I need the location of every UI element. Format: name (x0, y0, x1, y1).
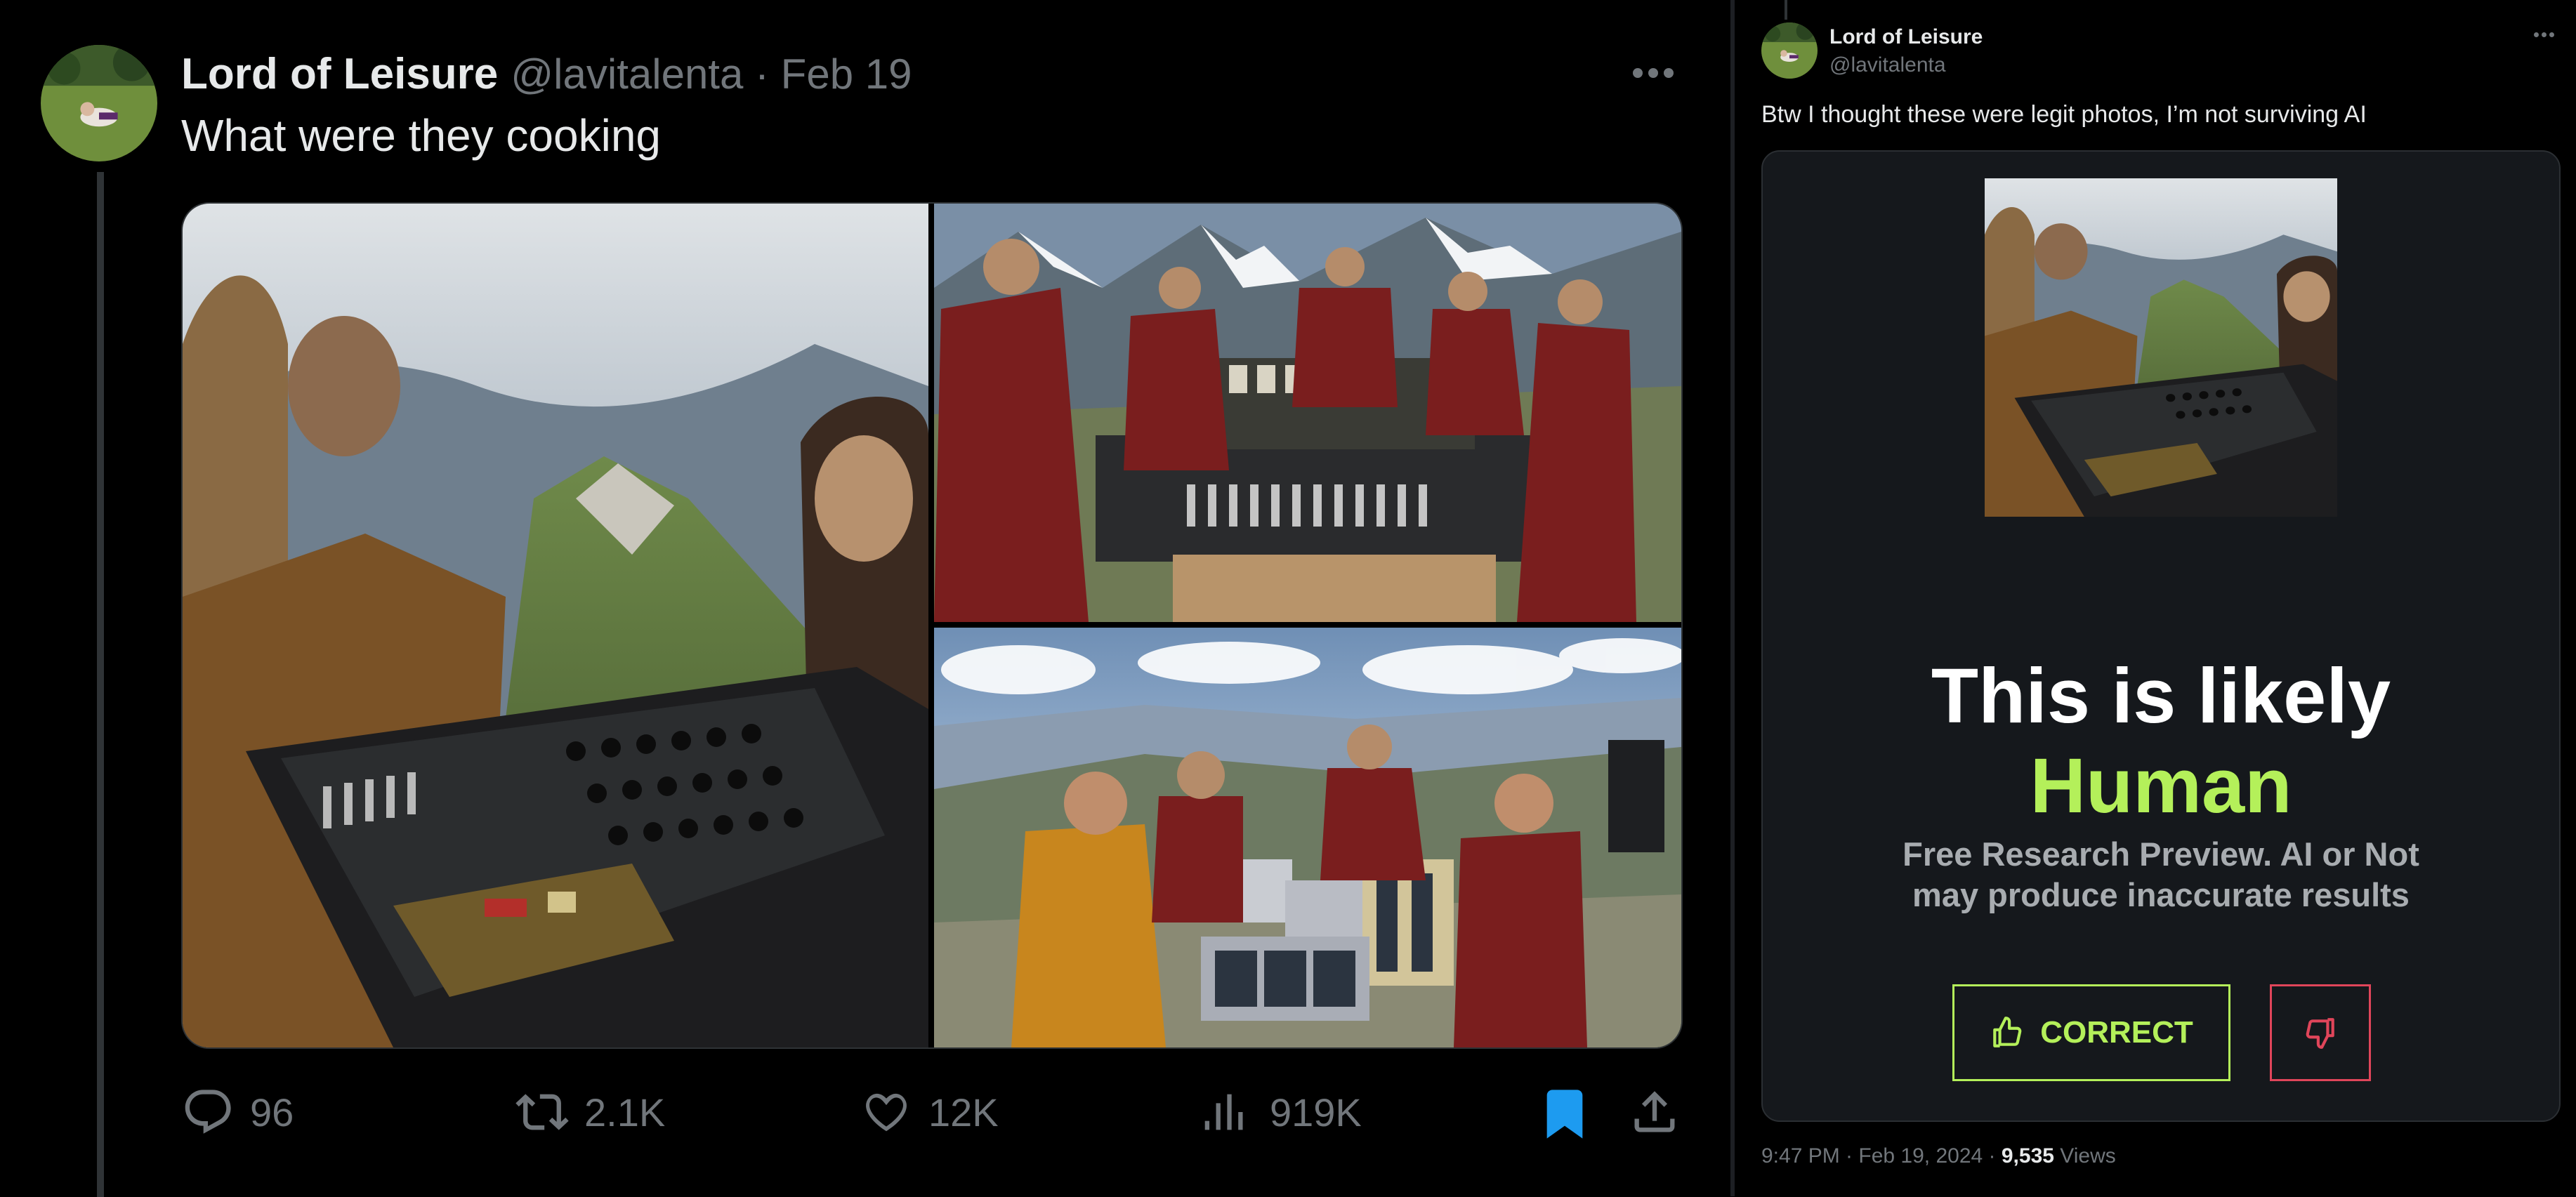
photo-1[interactable] (183, 204, 928, 1047)
more-icon[interactable] (2534, 32, 2554, 37)
tweet-header: Lord of Leisure @lavitalenta · Feb 19 (181, 46, 912, 101)
photo-2[interactable] (934, 204, 1681, 622)
views-count: 9,535 (2001, 1144, 2054, 1168)
disclaimer-line-2: may produce inaccurate results (1912, 876, 2410, 913)
tweet-timestamp: 9:47 PM · Feb 19, 2024 · 9,535 Views (1761, 1144, 2116, 1168)
quote-avatar[interactable] (1761, 22, 1818, 79)
quote-author-name[interactable]: Lord of Leisure (1829, 25, 1983, 49)
disclaimer-line-1: Free Research Preview. AI or Not (1903, 835, 2419, 873)
thumbs-up-icon (1993, 1017, 2022, 1047)
analyzed-image[interactable] (1985, 178, 2337, 517)
author-name[interactable]: Lord of Leisure (181, 49, 498, 99)
ai-detector-card: This is likely Human Free Research Previ… (1761, 150, 2561, 1122)
tweet-text: What were they cooking (181, 110, 661, 161)
thumbs-down-icon (2306, 1018, 2334, 1049)
share-button[interactable] (1628, 1083, 1681, 1142)
avatar[interactable] (41, 45, 157, 161)
reply-button[interactable]: 96 (181, 1083, 294, 1142)
like-button[interactable]: 12K (860, 1083, 999, 1142)
avatar-image (1761, 22, 1818, 79)
share-icon (1634, 1091, 1675, 1132)
views-count: 919K (1270, 1090, 1362, 1135)
author-handle-date[interactable]: @lavitalenta · Feb 19 (511, 50, 912, 98)
views-button[interactable]: 919K (1201, 1083, 1362, 1142)
main-tweet: Lord of Leisure @lavitalenta · Feb 19 Wh… (0, 0, 1730, 1197)
retweet-button[interactable]: 2.1K (515, 1083, 665, 1142)
quote-text: Btw I thought these were legit photos, I… (1761, 101, 2367, 128)
photo-3[interactable] (934, 628, 1681, 1047)
action-bar: 96 2.1K 12K 919K (0, 1074, 1730, 1151)
disclaimer: Free Research Preview. AI or Not may pro… (1763, 834, 2559, 915)
correct-button[interactable]: CORRECT (1952, 984, 2230, 1081)
like-count: 12K (928, 1090, 999, 1135)
quote-tweet-panel: Lord of Leisure @lavitalenta Btw I thoug… (1735, 0, 2576, 1196)
thread-line-top (1785, 0, 1787, 20)
timestamp-text[interactable]: 9:47 PM · Feb 19, 2024 · (1761, 1144, 2002, 1168)
incorrect-button[interactable] (2270, 984, 2371, 1081)
views-label: Views (2053, 1144, 2116, 1168)
correct-label: CORRECT (2040, 1015, 2193, 1050)
views-icon (1204, 1094, 1243, 1130)
result-heading: This is likely (1931, 653, 2391, 739)
retweet-icon (515, 1094, 569, 1130)
bookmark-button[interactable] (1538, 1083, 1591, 1142)
reply-icon (185, 1090, 231, 1134)
media-grid (181, 202, 1683, 1049)
quote-author-handle[interactable]: @lavitalenta (1829, 53, 1946, 77)
like-icon (866, 1093, 907, 1132)
more-icon[interactable] (1629, 60, 1677, 86)
retweet-count: 2.1K (584, 1090, 666, 1135)
avatar-image (41, 45, 157, 161)
thread-line (97, 172, 104, 1197)
bookmark-icon (1546, 1090, 1583, 1139)
reply-count: 96 (250, 1090, 294, 1135)
result-label: Human (2030, 743, 2292, 829)
